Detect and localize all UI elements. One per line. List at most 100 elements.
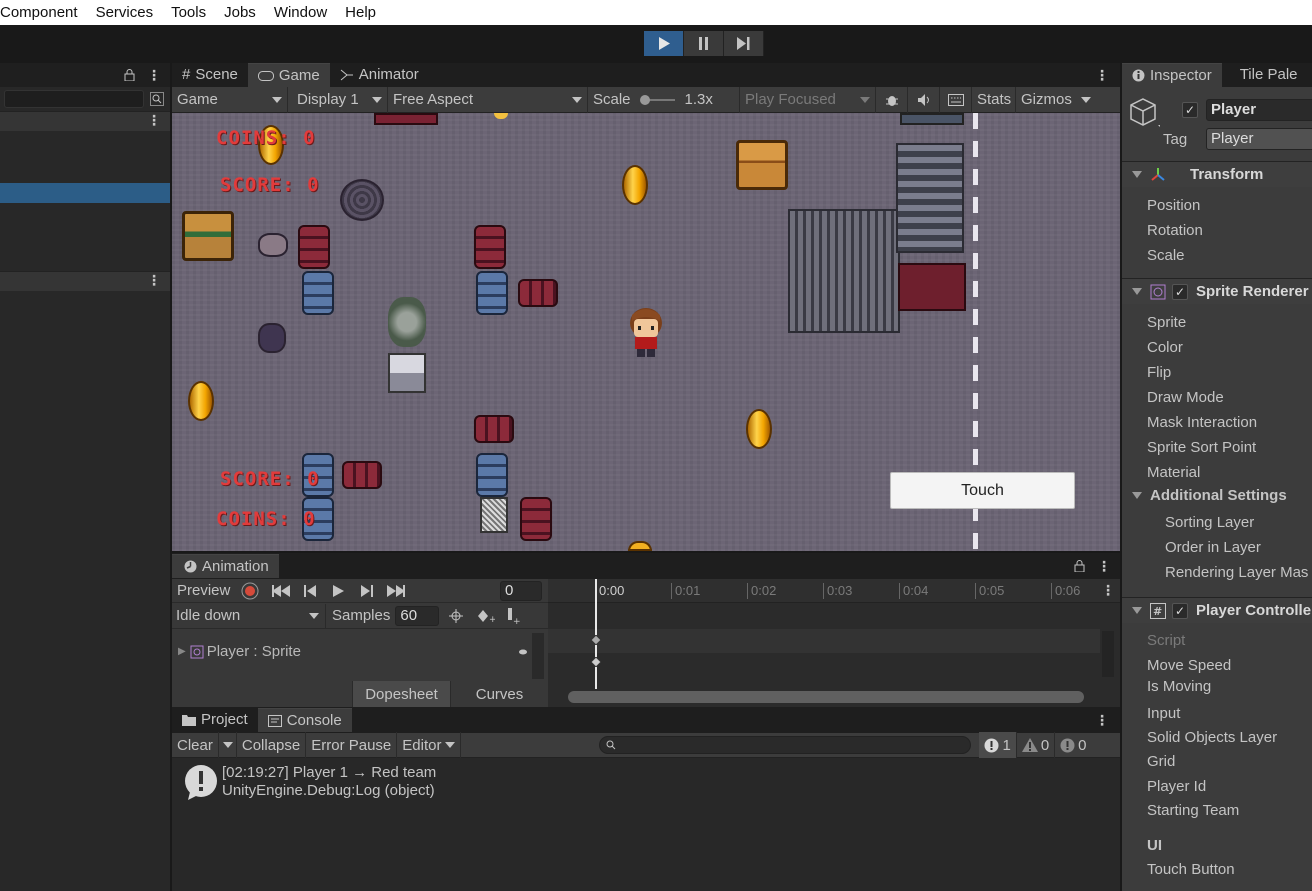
display-mode-dropdown[interactable]: Game [172, 86, 288, 113]
keyframe-icon[interactable] [591, 657, 601, 667]
mute-audio-toggle[interactable] [908, 86, 940, 113]
play-button[interactable] [644, 31, 684, 56]
chevron-down-icon [445, 742, 456, 748]
gizmos-dropdown[interactable] [1074, 87, 1096, 113]
property-scrollbar[interactable] [532, 633, 544, 679]
rock-dark [258, 323, 286, 353]
next-frame-icon[interactable] [361, 584, 374, 597]
transform-header[interactable]: Transform [1122, 161, 1312, 187]
menu-tools[interactable]: Tools [162, 0, 215, 25]
property-row[interactable]: ▶ Player : Sprite [178, 643, 528, 660]
tab-tile-palette[interactable]: Tile Pale [1222, 63, 1308, 87]
curves-tab[interactable]: Curves [450, 681, 548, 707]
scale-slider[interactable]: Scale 1.3x [588, 86, 740, 113]
player-controller-enabled-checkbox[interactable]: ✓ [1172, 602, 1188, 619]
playhead[interactable] [595, 579, 597, 689]
timeline-vscroll[interactable] [1102, 631, 1114, 677]
display-dropdown[interactable]: Display 1 [288, 86, 388, 113]
previous-frame-icon[interactable] [304, 584, 317, 597]
tag-label: Tag [1163, 131, 1188, 148]
last-frame-icon[interactable] [387, 584, 406, 597]
object-name-input[interactable]: Player [1206, 99, 1312, 121]
menu-window[interactable]: Window [265, 0, 336, 25]
collapse-arrow-icon[interactable] [1132, 492, 1142, 499]
tab-inspector[interactable]: Inspector [1122, 63, 1222, 87]
warning-count-toggle[interactable]: 0 [1017, 732, 1056, 758]
shortcuts-toggle[interactable] [940, 86, 972, 113]
console-tab-bar: Project Console ⋮ [172, 707, 1120, 733]
console-search-input[interactable] [599, 736, 972, 754]
timeline-hscroll[interactable] [568, 691, 1084, 703]
row-menu-icon[interactable]: ⋮ [147, 272, 161, 291]
menu-jobs[interactable]: Jobs [215, 0, 265, 25]
sprite-renderer-enabled-checkbox[interactable]: ✓ [1172, 283, 1188, 300]
active-checkbox[interactable]: ✓ [1182, 102, 1198, 118]
editor-dropdown[interactable]: Editor [397, 732, 462, 758]
menu-component[interactable]: Component [0, 0, 87, 25]
dopesheet-tab[interactable]: Dopesheet [352, 681, 450, 707]
tab-game[interactable]: Game [247, 63, 330, 87]
animation-timeline[interactable]: 0:00 0:01 0:02 0:03 0:04 0:05 0:06 ⋮ [548, 579, 1120, 707]
tab-console[interactable]: Console [257, 708, 352, 732]
game-view[interactable]: COINS: 0 SCORE: 0 SCORE: 0 COINS: 0 Touc… [172, 113, 1120, 551]
pause-button[interactable] [684, 31, 724, 56]
log-count-toggle[interactable]: 1 [979, 732, 1017, 758]
scene-row[interactable]: ⋮ [0, 111, 170, 131]
log-stacktrace: UnityEngine.Debug:Log (object) [222, 782, 435, 799]
additional-settings-foldout[interactable]: Additional Settings [1122, 487, 1287, 504]
timeline-ruler[interactable]: 0:00 0:01 0:02 0:03 0:04 0:05 0:06 ⋮ [548, 579, 1120, 603]
record-icon[interactable] [241, 582, 259, 600]
gizmos-button[interactable]: Gizmos [1016, 87, 1074, 113]
keyframe-target-icon[interactable] [449, 608, 464, 623]
clip-dropdown[interactable]: Idle down [172, 603, 326, 628]
timeline-tick-label: 0:05 [979, 583, 1005, 598]
menu-help[interactable]: Help [336, 0, 385, 25]
clear-button[interactable]: Clear [172, 732, 219, 758]
hierarchy-menu-icon[interactable]: ⋮ [147, 67, 161, 84]
play-icon[interactable] [333, 584, 345, 597]
step-button[interactable] [724, 31, 764, 56]
tab-project[interactable]: Project [172, 708, 258, 732]
touch-button[interactable]: Touch [890, 472, 1075, 509]
tab-animator[interactable]: Animator [330, 63, 429, 87]
frame-input[interactable]: 0 [500, 580, 542, 601]
player-controller-header[interactable]: # ✓ Player Controlle [1122, 597, 1312, 623]
add-event-icon[interactable]: + [505, 607, 521, 624]
console-log-entry[interactable]: [02:19:27] Player 1 → Red team UnityEngi… [184, 764, 436, 800]
add-keyframe-icon[interactable]: + [477, 609, 495, 623]
info-bubble-icon [185, 765, 217, 800]
timeline-menu-icon[interactable]: ⋮ [1101, 582, 1115, 599]
hierarchy-search-input[interactable] [4, 90, 144, 108]
animation-menu-icon[interactable]: ⋮ [1097, 558, 1111, 575]
scale-slider-track[interactable] [639, 94, 677, 106]
keyframe-icon[interactable] [591, 635, 601, 645]
collapse-button[interactable]: Collapse [237, 732, 307, 758]
sprite-renderer-header[interactable]: ✓ Sprite Renderer [1122, 278, 1312, 304]
collapse-arrow-icon[interactable] [1132, 171, 1142, 178]
error-count-toggle[interactable]: 0 [1055, 732, 1091, 758]
bug-toggle[interactable] [876, 86, 908, 113]
tab-scene[interactable]: # Scene [172, 63, 248, 87]
console-menu-icon[interactable]: ⋮ [1095, 712, 1109, 729]
preview-toggle[interactable]: Preview [172, 582, 235, 599]
game-panel-menu-icon[interactable]: ⋮ [1095, 67, 1109, 84]
play-focused-dropdown[interactable]: Play Focused [740, 86, 876, 113]
collapse-arrow-icon[interactable] [1132, 607, 1142, 614]
menu-services[interactable]: Services [87, 0, 163, 25]
aspect-dropdown[interactable]: Free Aspect [388, 86, 588, 113]
search-scope-icon[interactable] [150, 92, 164, 106]
expand-arrow-icon[interactable]: ▶ [178, 646, 186, 657]
error-pause-button[interactable]: Error Pause [306, 732, 398, 758]
samples-input[interactable]: 60 [395, 605, 440, 626]
lock-icon[interactable] [1074, 560, 1085, 572]
tag-dropdown[interactable]: Player [1206, 128, 1312, 150]
first-frame-icon[interactable] [272, 584, 291, 597]
lock-icon[interactable] [124, 69, 135, 81]
stats-button[interactable]: Stats [972, 86, 1016, 113]
dontdestroy-row[interactable]: ⋮ [0, 271, 170, 291]
collapse-arrow-icon[interactable] [1132, 288, 1142, 295]
hierarchy-selected-row[interactable] [0, 183, 170, 203]
scene-menu-icon[interactable]: ⋮ [147, 112, 161, 131]
tab-animation[interactable]: Animation [172, 554, 279, 578]
clear-options-dropdown[interactable] [219, 732, 237, 758]
